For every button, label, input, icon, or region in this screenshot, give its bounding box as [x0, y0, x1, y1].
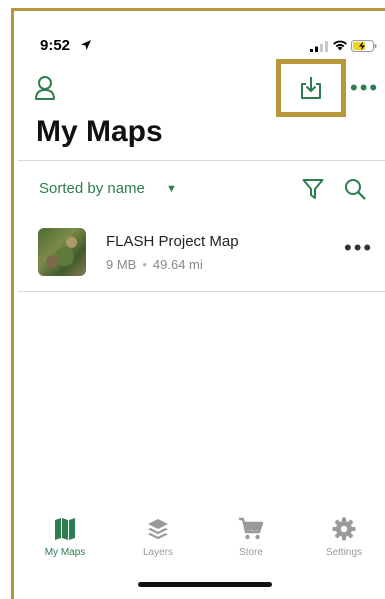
tab-layers[interactable]: Layers: [118, 517, 198, 573]
separator-dot: •: [142, 257, 147, 272]
download-icon: [301, 77, 321, 99]
tab-label-settings: Settings: [325, 547, 363, 558]
page-title: My Maps: [36, 115, 163, 148]
profile-icon[interactable]: [34, 75, 56, 101]
tab-label-layers: Layers: [142, 547, 173, 558]
gear-icon: [332, 517, 356, 541]
map-more-options-icon[interactable]: •••: [344, 237, 373, 259]
home-indicator[interactable]: [138, 582, 272, 587]
status-bar: 9:52: [14, 11, 385, 55]
tab-store[interactable]: Store: [211, 517, 291, 573]
cellular-signal-icon: [310, 41, 328, 52]
map-icon: [55, 518, 75, 540]
map-meta: 9 MB • 49.64 mi: [106, 257, 203, 272]
map-size: 9 MB: [106, 257, 137, 272]
list-divider: [18, 291, 385, 292]
map-list-item[interactable]: FLASH Project Map 9 MB • 49.64 mi •••: [14, 223, 385, 291]
tab-my-maps[interactable]: My Maps: [25, 517, 105, 573]
wifi-icon: [333, 40, 347, 51]
tab-settings[interactable]: Settings: [304, 517, 384, 573]
layers-icon: [148, 519, 168, 540]
tab-label-my-maps: My Maps: [44, 547, 86, 558]
battery-charging-icon: [351, 40, 377, 52]
location-arrow-icon: [81, 40, 91, 50]
tab-bar: My Maps Layers Store Settings: [14, 517, 385, 573]
map-thumbnail: [38, 228, 86, 276]
download-button[interactable]: [276, 59, 346, 117]
sort-dropdown[interactable]: Sorted by name: [39, 180, 145, 197]
filter-icon[interactable]: [302, 178, 324, 200]
header-divider: [18, 160, 385, 161]
phone-screen: 9:52 ••• My Maps Sorted by name ▼ FLASH …: [14, 11, 385, 599]
search-icon[interactable]: [344, 178, 366, 200]
sort-bar: Sorted by name ▼: [14, 175, 385, 209]
tab-label-store: Store: [239, 547, 263, 558]
caret-down-icon[interactable]: ▼: [166, 183, 177, 195]
cart-icon: [239, 517, 264, 540]
map-distance: 49.64 mi: [152, 257, 203, 272]
more-options-icon[interactable]: •••: [350, 77, 379, 99]
status-time: 9:52: [40, 37, 71, 54]
map-name: FLASH Project Map: [106, 233, 239, 250]
